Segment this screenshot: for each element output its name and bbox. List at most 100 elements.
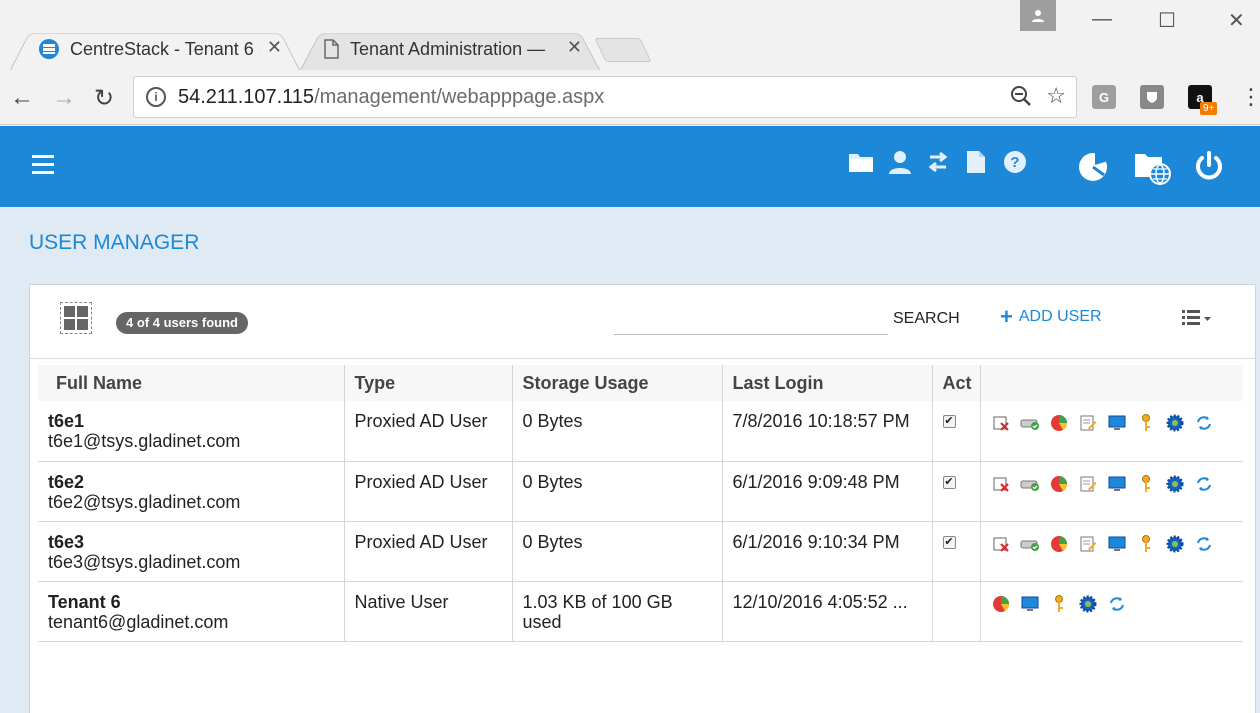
page-favicon-icon	[324, 39, 339, 59]
table-row[interactable]: Tenant 6 tenant6@gladinet.com Native Use…	[38, 581, 1243, 642]
edit-profile-icon[interactable]	[1078, 474, 1098, 494]
drive-check-icon[interactable]	[1020, 474, 1040, 494]
minimize-icon[interactable]: —	[1092, 8, 1112, 31]
help-icon[interactable]: ?	[1003, 150, 1027, 174]
tab-close-icon[interactable]: ✕	[567, 37, 582, 58]
user-email: t6e1@tsys.gladinet.com	[48, 431, 241, 451]
info-icon[interactable]: i	[146, 87, 166, 107]
hamburger-menu-icon[interactable]	[32, 155, 54, 175]
user-icon[interactable]	[888, 150, 912, 174]
user-name[interactable]: t6e2	[48, 472, 84, 492]
search-input[interactable]	[614, 305, 888, 335]
tab-tenant-admin[interactable]: Tenant Administration — ✕	[300, 27, 600, 70]
column-header-storage[interactable]: Storage Usage	[512, 365, 723, 401]
user-name[interactable]: t6e1	[48, 411, 84, 431]
active-cell: ✔	[932, 401, 981, 462]
table-row[interactable]: t6e2 t6e2@tsys.gladinet.com Proxied AD U…	[38, 461, 1243, 522]
edit-profile-icon[interactable]	[1078, 413, 1098, 433]
drive-check-icon[interactable]	[1020, 534, 1040, 554]
user-email: t6e3@tsys.gladinet.com	[48, 551, 241, 572]
actions-cell	[980, 401, 1243, 462]
search-button[interactable]: SEARCH	[893, 310, 960, 328]
forward-icon[interactable]: →	[52, 84, 76, 112]
address-bar[interactable]: i 54.211.107.115/management/webapppage.a…	[133, 76, 1077, 118]
settings-gear-icon[interactable]	[1165, 413, 1185, 433]
sync-icon[interactable]	[1194, 474, 1214, 494]
bookmark-star-icon[interactable]: ☆	[1046, 83, 1066, 109]
remove-user-icon[interactable]	[991, 474, 1011, 494]
actions-cell	[980, 461, 1243, 522]
sync-icon[interactable]	[1194, 534, 1214, 554]
transfer-icon[interactable]	[926, 151, 950, 173]
devices-icon[interactable]	[1107, 413, 1127, 433]
devices-icon[interactable]	[1107, 474, 1127, 494]
password-key-icon[interactable]	[1136, 413, 1156, 433]
app-header: ?	[0, 126, 1260, 207]
content-area: USER MANAGER 4 of 4 users found SEARCH +…	[0, 207, 1260, 713]
active-checkbox[interactable]: ✔	[942, 415, 956, 428]
sync-icon[interactable]	[1107, 594, 1127, 614]
power-icon[interactable]	[1193, 150, 1225, 182]
column-header-type[interactable]: Type	[344, 365, 513, 401]
plus-icon: +	[1000, 304, 1013, 329]
active-cell	[932, 581, 981, 642]
table-row[interactable]: t6e1 t6e1@tsys.gladinet.com Proxied AD U…	[38, 401, 1243, 462]
extension-g-icon[interactable]: G	[1092, 85, 1116, 109]
user-name[interactable]: t6e3	[48, 532, 84, 552]
back-icon[interactable]: ←	[10, 84, 34, 112]
remove-user-icon[interactable]	[991, 413, 1011, 433]
active-checkbox[interactable]: ✔	[942, 535, 956, 549]
document-icon[interactable]	[966, 150, 986, 174]
settings-gear-icon[interactable]	[1165, 474, 1185, 494]
url-text[interactable]: 54.211.107.115/management/webapppage.asp…	[178, 86, 604, 109]
sync-icon[interactable]	[1194, 413, 1214, 433]
folder-icon[interactable]	[848, 151, 874, 173]
devices-icon[interactable]	[1107, 534, 1127, 554]
storage-pie-icon[interactable]	[1049, 534, 1069, 554]
active-checkbox[interactable]: ✔	[942, 475, 956, 489]
settings-gear-icon[interactable]	[1165, 534, 1185, 554]
user-name[interactable]: Tenant 6	[48, 592, 121, 612]
zoom-out-icon[interactable]	[1010, 85, 1032, 107]
column-header-full-name[interactable]: Full Name	[38, 365, 345, 401]
storage-pie-icon[interactable]	[991, 594, 1011, 614]
user-type-cell: Proxied AD User	[344, 461, 513, 522]
maximize-icon[interactable]: ☐	[1158, 8, 1176, 33]
profile-button[interactable]	[1020, 0, 1056, 31]
reload-icon[interactable]: ↻	[94, 84, 114, 113]
settings-gear-icon[interactable]	[1078, 594, 1098, 614]
storage-usage-cell: 0 Bytes	[512, 401, 723, 462]
pie-chart-icon[interactable]	[1077, 151, 1109, 183]
new-tab-button[interactable]	[594, 38, 652, 62]
table-header-row: Full Name Type Storage Usage Last Login …	[38, 365, 1243, 401]
storage-pie-icon[interactable]	[1049, 413, 1069, 433]
user-email: tenant6@gladinet.com	[48, 611, 229, 632]
column-header-last-login[interactable]: Last Login	[722, 365, 933, 401]
storage-pie-icon[interactable]	[1049, 474, 1069, 494]
add-user-button[interactable]: + ADD USER	[1000, 304, 1102, 329]
user-name-cell: t6e1 t6e1@tsys.gladinet.com	[38, 401, 345, 462]
browser-toolbar: ← → ↻ i 54.211.107.115/management/webapp…	[0, 70, 1260, 125]
password-key-icon[interactable]	[1136, 474, 1156, 494]
extension-shield-icon[interactable]	[1140, 85, 1164, 109]
web-folder-icon[interactable]	[1134, 151, 1172, 185]
browser-menu-icon[interactable]: ⋮	[1240, 84, 1260, 110]
table-row[interactable]: t6e3 t6e3@tsys.gladinet.com Proxied AD U…	[38, 521, 1243, 582]
column-header-active[interactable]: Act	[932, 365, 981, 401]
tab-centrestack[interactable]: CentreStack - Tenant 6 (t ✕	[10, 27, 300, 70]
list-view-menu-icon[interactable]	[1182, 309, 1212, 332]
tab-title: CentreStack - Tenant 6 (t	[70, 39, 260, 59]
password-key-icon[interactable]	[1049, 594, 1069, 614]
grid-view-icon[interactable]	[60, 302, 92, 334]
svg-text:?: ?	[1010, 154, 1019, 171]
close-window-icon[interactable]: ✕	[1228, 8, 1245, 33]
edit-profile-icon[interactable]	[1078, 534, 1098, 554]
password-key-icon[interactable]	[1136, 534, 1156, 554]
browser-tab-strip: CentreStack - Tenant 6 (t ✕ Tenant Admin…	[0, 0, 1260, 70]
devices-icon[interactable]	[1020, 594, 1040, 614]
user-name-cell: t6e2 t6e2@tsys.gladinet.com	[38, 461, 345, 522]
remove-user-icon[interactable]	[991, 534, 1011, 554]
tab-close-icon[interactable]: ✕	[267, 37, 282, 58]
drive-check-icon[interactable]	[1020, 413, 1040, 433]
page-title: USER MANAGER	[29, 231, 200, 254]
